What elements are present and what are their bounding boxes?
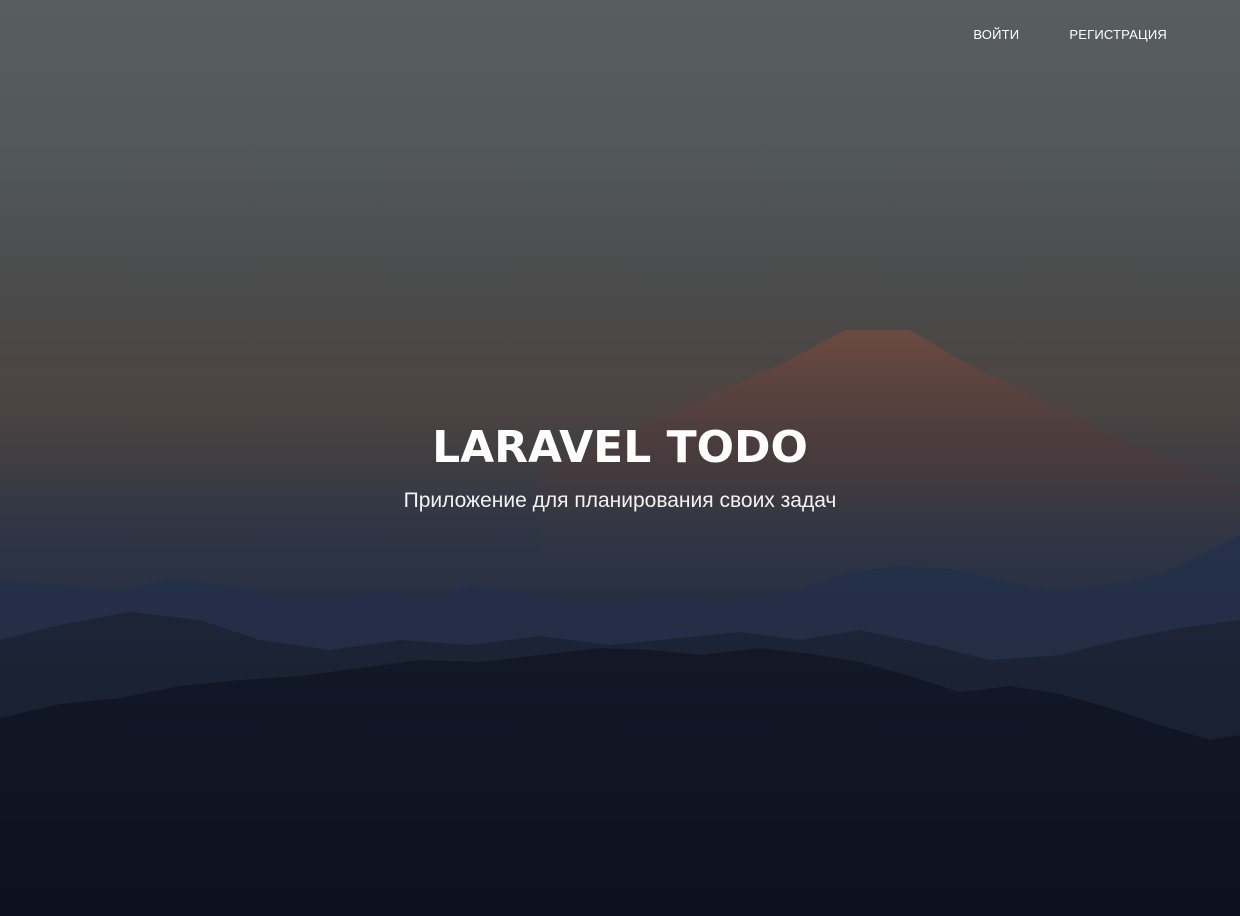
register-link[interactable]: РЕГИСТРАЦИЯ: [1069, 27, 1167, 43]
login-link[interactable]: ВОЙТИ: [973, 27, 1019, 43]
page-title: LARAVEL TODO: [432, 422, 808, 473]
page-subtitle: Приложение для планирования своих задач: [403, 489, 837, 512]
top-navigation: ВОЙТИ РЕГИСТРАЦИЯ: [973, 27, 1167, 43]
